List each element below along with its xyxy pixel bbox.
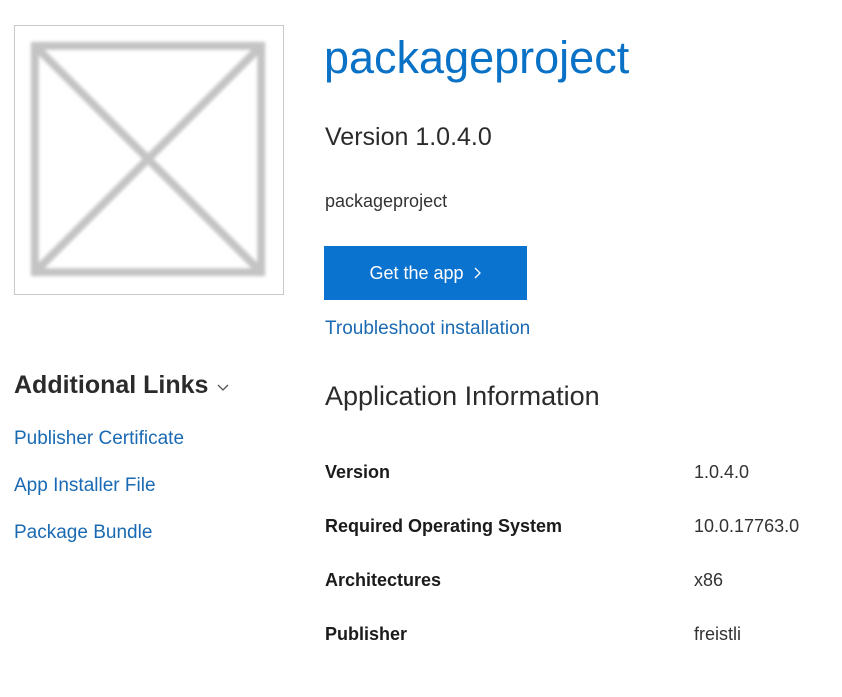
info-key: Version [325, 461, 391, 482]
table-row: Required Operating System 10.0.17763.0 [325, 499, 799, 553]
list-item: Publisher Certificate [14, 428, 184, 475]
package-bundle-link[interactable]: Package Bundle [14, 522, 152, 543]
info-key: Required Operating System [325, 515, 563, 536]
table-row: Version 1.0.4.0 [325, 445, 799, 499]
application-information-table: Version 1.0.4.0 Required Operating Syste… [325, 445, 799, 661]
table-row: Architectures x86 [325, 553, 799, 607]
placeholder-image-icon [30, 41, 266, 277]
app-description: packageproject [325, 191, 448, 211]
additional-links-list: Publisher Certificate App Installer File… [14, 428, 184, 569]
chevron-down-icon [217, 384, 229, 391]
info-value: 10.0.17763.0 [694, 515, 800, 536]
list-item: Package Bundle [14, 522, 184, 569]
info-key: Publisher [325, 623, 408, 644]
list-item: App Installer File [14, 475, 184, 522]
info-value: 1.0.4.0 [694, 461, 750, 482]
additional-links-section: Additional Links Publisher Certificate A… [14, 368, 294, 543]
additional-links-title: Additional Links [14, 371, 209, 399]
troubleshoot-installation-link[interactable]: Troubleshoot installation [325, 318, 530, 340]
info-value: x86 [694, 569, 724, 590]
info-value: freistli [694, 623, 742, 644]
app-installer-file-link[interactable]: App Installer File [14, 475, 156, 496]
publisher-certificate-link[interactable]: Publisher Certificate [14, 428, 184, 449]
application-information-heading: Application Information [325, 381, 600, 411]
table-row: Publisher freistli [325, 607, 799, 661]
app-installer-page: Additional Links Publisher Certificate A… [0, 0, 842, 697]
version-heading: Version 1.0.4.0 [325, 123, 492, 151]
app-title: packageproject [324, 32, 630, 83]
additional-links-toggle[interactable]: Additional Links [14, 368, 294, 402]
app-logo [14, 25, 284, 295]
chevron-right-icon [474, 267, 481, 279]
get-the-app-label: Get the app [369, 262, 464, 283]
get-the-app-button[interactable]: Get the app [324, 246, 527, 300]
info-key: Architectures [325, 569, 442, 590]
